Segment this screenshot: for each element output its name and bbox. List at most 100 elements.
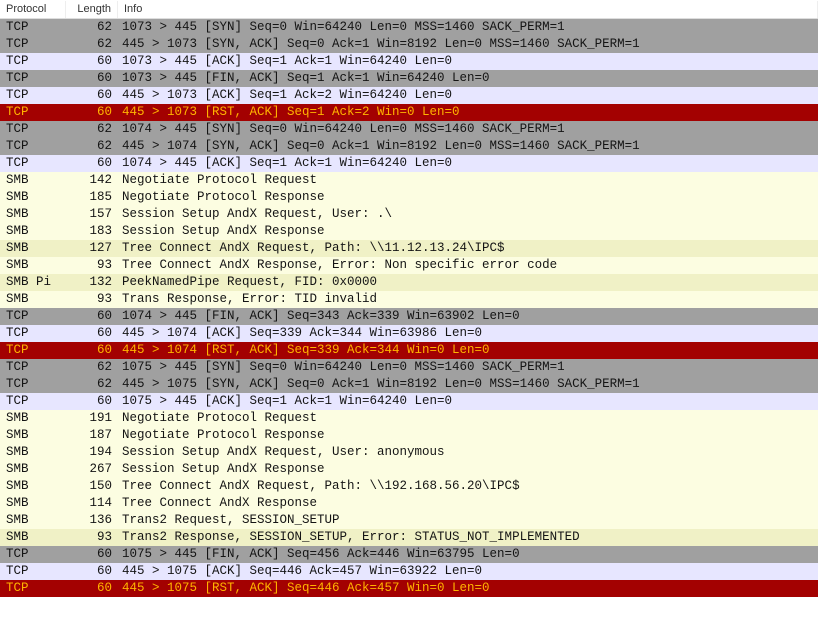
cell-protocol: SMB Pi [0,274,66,291]
packet-row[interactable]: TCP60445 > 1075 [ACK] Seq=446 Ack=457 Wi… [0,563,818,580]
cell-info: Session Setup AndX Request, User: .\ [118,206,818,223]
packet-row[interactable]: SMB93Trans2 Response, SESSION_SETUP, Err… [0,529,818,546]
cell-protocol: SMB [0,444,66,461]
cell-length: 93 [66,529,118,546]
cell-length: 60 [66,342,118,359]
cell-protocol: TCP [0,36,66,53]
cell-length: 93 [66,257,118,274]
packet-row[interactable]: SMB114Tree Connect AndX Response [0,495,818,512]
packet-row[interactable]: TCP601074 > 445 [ACK] Seq=1 Ack=1 Win=64… [0,155,818,172]
cell-info: 1074 > 445 [ACK] Seq=1 Ack=1 Win=64240 L… [118,155,818,172]
cell-length: 127 [66,240,118,257]
cell-info: 445 > 1073 [RST, ACK] Seq=1 Ack=2 Win=0 … [118,104,818,121]
packet-row[interactable]: SMB150Tree Connect AndX Request, Path: \… [0,478,818,495]
cell-info: Tree Connect AndX Request, Path: \\192.1… [118,478,818,495]
packet-row[interactable]: TCP62445 > 1074 [SYN, ACK] Seq=0 Ack=1 W… [0,138,818,155]
cell-length: 60 [66,563,118,580]
cell-protocol: SMB [0,529,66,546]
col-header-info[interactable]: Info [118,1,818,18]
packet-row[interactable]: SMB Pi132PeekNamedPipe Request, FID: 0x0… [0,274,818,291]
packet-row[interactable]: SMB127Tree Connect AndX Request, Path: \… [0,240,818,257]
packet-row[interactable]: TCP621074 > 445 [SYN] Seq=0 Win=64240 Le… [0,121,818,138]
cell-info: 445 > 1074 [ACK] Seq=339 Ack=344 Win=639… [118,325,818,342]
cell-info: 1074 > 445 [SYN] Seq=0 Win=64240 Len=0 M… [118,121,818,138]
cell-info: 1075 > 445 [SYN] Seq=0 Win=64240 Len=0 M… [118,359,818,376]
cell-info: Negotiate Protocol Request [118,172,818,189]
cell-length: 60 [66,155,118,172]
packet-row[interactable]: TCP60445 > 1073 [RST, ACK] Seq=1 Ack=2 W… [0,104,818,121]
packet-row[interactable]: TCP60445 > 1074 [ACK] Seq=339 Ack=344 Wi… [0,325,818,342]
packet-row[interactable]: TCP601074 > 445 [FIN, ACK] Seq=343 Ack=3… [0,308,818,325]
cell-info: PeekNamedPipe Request, FID: 0x0000 [118,274,818,291]
column-headers: Protocol Length Info [0,0,818,19]
cell-protocol: TCP [0,342,66,359]
packet-row[interactable]: SMB194Session Setup AndX Request, User: … [0,444,818,461]
packet-row[interactable]: TCP60445 > 1075 [RST, ACK] Seq=446 Ack=4… [0,580,818,597]
cell-protocol: SMB [0,240,66,257]
col-header-protocol[interactable]: Protocol [0,1,66,18]
packet-row[interactable]: SMB267Session Setup AndX Response [0,461,818,478]
packet-row[interactable]: SMB157Session Setup AndX Request, User: … [0,206,818,223]
cell-info: Tree Connect AndX Response [118,495,818,512]
cell-protocol: SMB [0,257,66,274]
cell-protocol: TCP [0,104,66,121]
packet-row[interactable]: TCP60445 > 1073 [ACK] Seq=1 Ack=2 Win=64… [0,87,818,104]
cell-protocol: TCP [0,19,66,36]
packet-row[interactable]: TCP62445 > 1075 [SYN, ACK] Seq=0 Ack=1 W… [0,376,818,393]
cell-info: Trans2 Response, SESSION_SETUP, Error: S… [118,529,818,546]
packet-row[interactable]: TCP601075 > 445 [FIN, ACK] Seq=456 Ack=4… [0,546,818,563]
packet-row[interactable]: TCP621075 > 445 [SYN] Seq=0 Win=64240 Le… [0,359,818,376]
cell-protocol: TCP [0,393,66,410]
cell-protocol: SMB [0,223,66,240]
packet-row[interactable]: TCP601073 > 445 [FIN, ACK] Seq=1 Ack=1 W… [0,70,818,87]
cell-info: Negotiate Protocol Response [118,427,818,444]
cell-length: 60 [66,87,118,104]
cell-protocol: TCP [0,155,66,172]
packet-row[interactable]: TCP62445 > 1073 [SYN, ACK] Seq=0 Ack=1 W… [0,36,818,53]
cell-protocol: TCP [0,580,66,597]
cell-protocol: SMB [0,512,66,529]
packet-row[interactable]: SMB93Trans Response, Error: TID invalid [0,291,818,308]
cell-length: 62 [66,359,118,376]
cell-length: 62 [66,36,118,53]
cell-protocol: SMB [0,206,66,223]
packet-row[interactable]: TCP601075 > 445 [ACK] Seq=1 Ack=1 Win=64… [0,393,818,410]
col-header-length[interactable]: Length [66,1,118,18]
cell-length: 132 [66,274,118,291]
packet-row[interactable]: SMB183Session Setup AndX Response [0,223,818,240]
packet-row[interactable]: SMB187Negotiate Protocol Response [0,427,818,444]
cell-length: 93 [66,291,118,308]
cell-protocol: SMB [0,172,66,189]
packet-row[interactable]: SMB185Negotiate Protocol Response [0,189,818,206]
packet-row[interactable]: TCP60445 > 1074 [RST, ACK] Seq=339 Ack=3… [0,342,818,359]
cell-length: 62 [66,19,118,36]
cell-length: 62 [66,376,118,393]
packet-row[interactable]: SMB136Trans2 Request, SESSION_SETUP [0,512,818,529]
cell-info: 1075 > 445 [ACK] Seq=1 Ack=1 Win=64240 L… [118,393,818,410]
cell-length: 150 [66,478,118,495]
cell-length: 185 [66,189,118,206]
cell-protocol: TCP [0,359,66,376]
cell-length: 142 [66,172,118,189]
cell-protocol: SMB [0,189,66,206]
packet-row[interactable]: SMB191Negotiate Protocol Request [0,410,818,427]
cell-info: 1073 > 445 [FIN, ACK] Seq=1 Ack=1 Win=64… [118,70,818,87]
cell-length: 60 [66,308,118,325]
packet-row[interactable]: TCP621073 > 445 [SYN] Seq=0 Win=64240 Le… [0,19,818,36]
packet-row[interactable]: TCP601073 > 445 [ACK] Seq=1 Ack=1 Win=64… [0,53,818,70]
cell-protocol: SMB [0,461,66,478]
cell-length: 60 [66,580,118,597]
cell-protocol: SMB [0,427,66,444]
packet-rows: TCP621073 > 445 [SYN] Seq=0 Win=64240 Le… [0,19,818,597]
cell-protocol: TCP [0,376,66,393]
cell-info: Negotiate Protocol Request [118,410,818,427]
cell-length: 136 [66,512,118,529]
packet-row[interactable]: SMB93Tree Connect AndX Response, Error: … [0,257,818,274]
cell-protocol: TCP [0,121,66,138]
packet-row[interactable]: SMB142Negotiate Protocol Request [0,172,818,189]
cell-protocol: SMB [0,291,66,308]
cell-length: 187 [66,427,118,444]
cell-length: 60 [66,546,118,563]
cell-info: Tree Connect AndX Request, Path: \\11.12… [118,240,818,257]
cell-protocol: TCP [0,563,66,580]
